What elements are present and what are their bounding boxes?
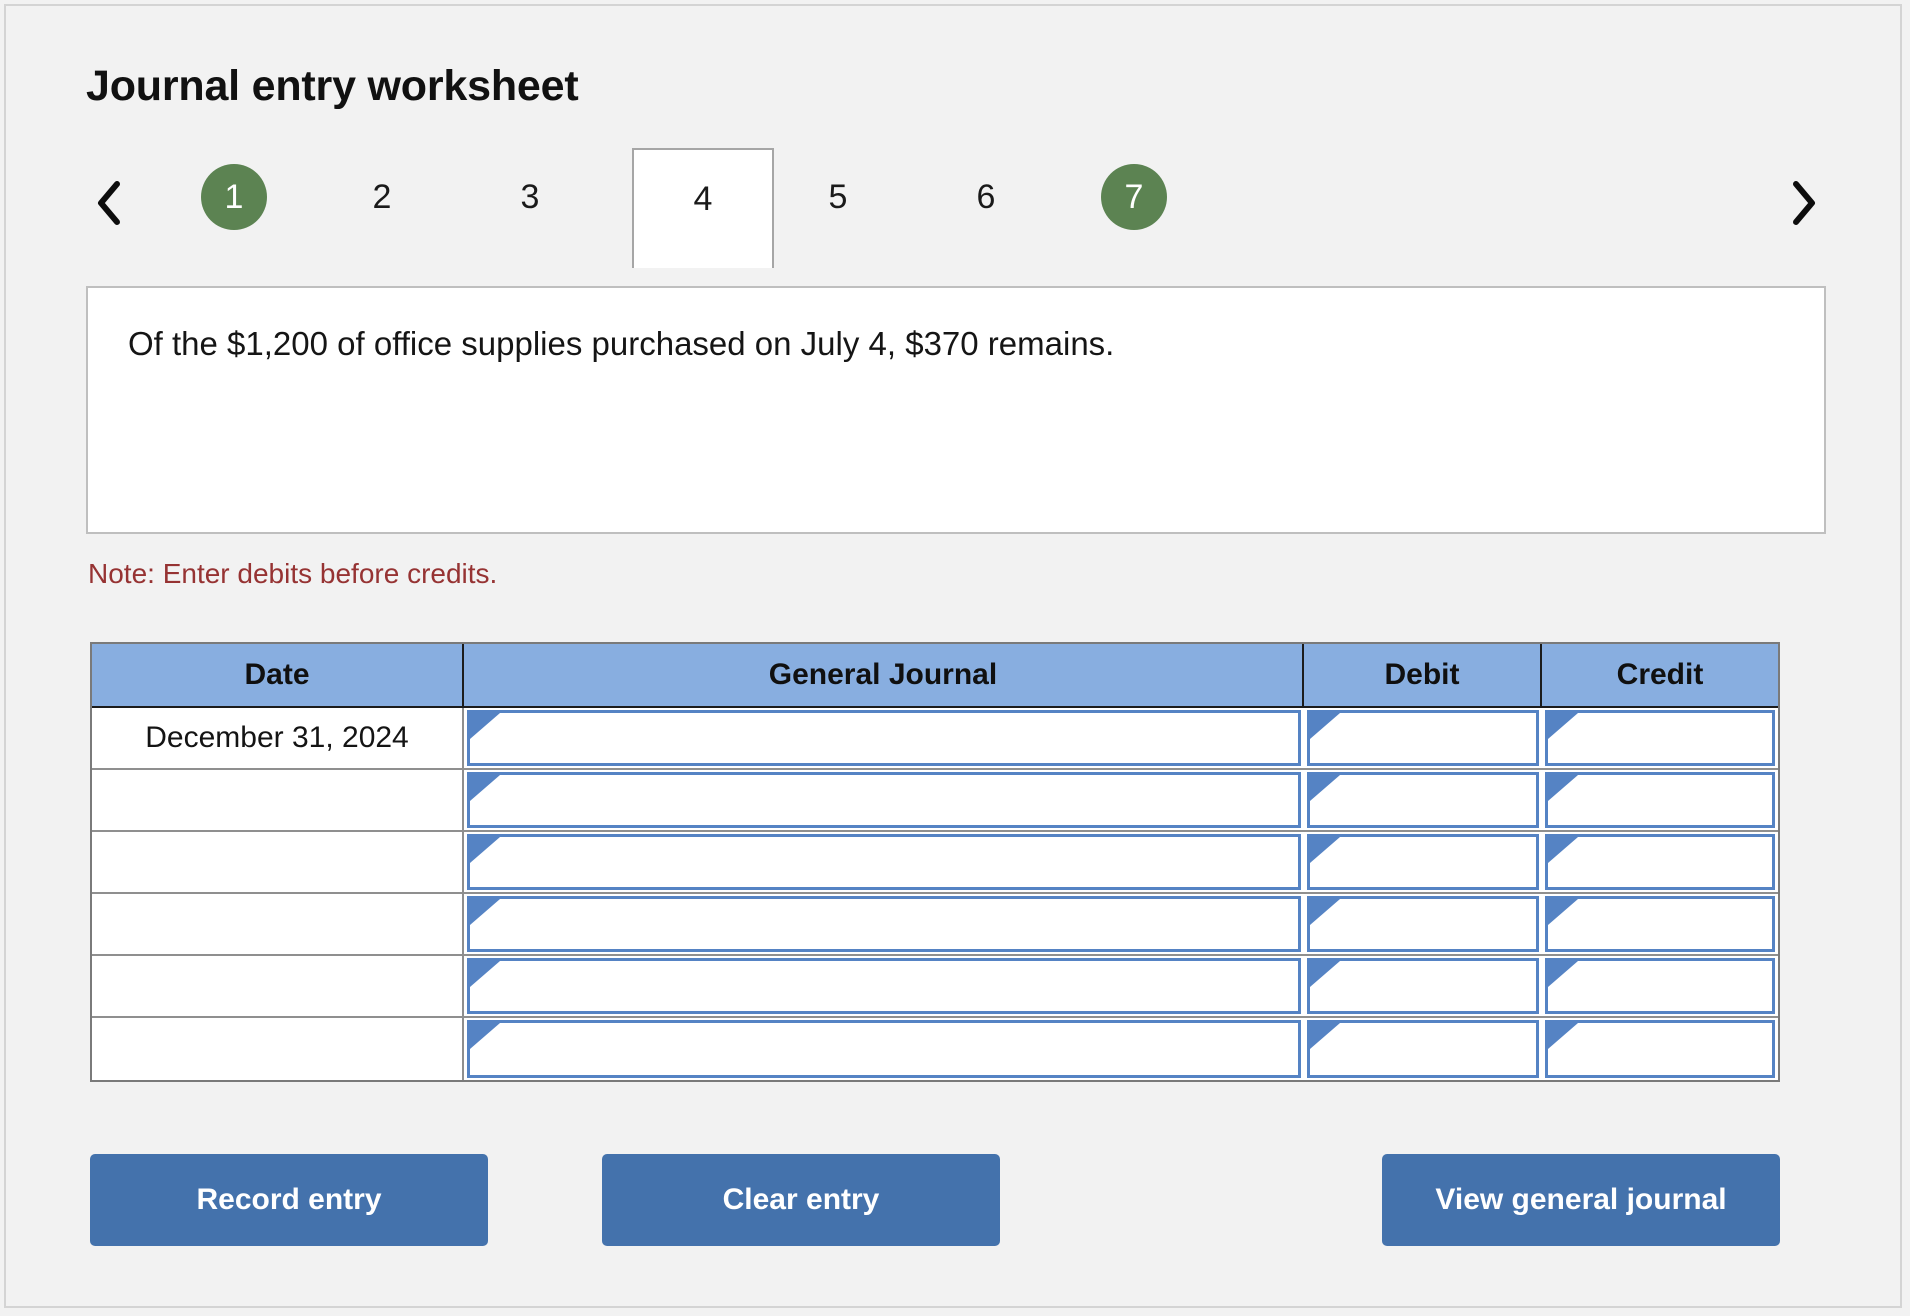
debit-cell (1304, 832, 1542, 892)
dropdown-triangle-icon (1548, 837, 1578, 863)
debit-cell (1304, 894, 1542, 954)
general-journal-input[interactable] (467, 772, 1301, 828)
general-journal-cell (464, 708, 1304, 768)
tab-7[interactable]: 7 (1090, 164, 1178, 230)
credit-input[interactable] (1545, 896, 1775, 952)
general-journal-cell (464, 956, 1304, 1016)
dropdown-triangle-icon (1548, 961, 1578, 987)
dropdown-triangle-icon (1548, 899, 1578, 925)
date-cell[interactable] (92, 832, 464, 892)
table-row: December 31, 2024 (92, 708, 1778, 770)
dropdown-triangle-icon (1310, 713, 1340, 739)
dropdown-triangle-icon (1310, 1023, 1340, 1049)
view-general-journal-button[interactable]: View general journal (1382, 1154, 1780, 1246)
dropdown-triangle-icon (1548, 1023, 1578, 1049)
dropdown-triangle-icon (470, 1023, 500, 1049)
column-header-general-journal: General Journal (464, 644, 1304, 706)
table-row (92, 770, 1778, 832)
general-journal-input[interactable] (467, 896, 1301, 952)
tab-3-label: 3 (520, 177, 540, 216)
general-journal-input[interactable] (467, 834, 1301, 890)
next-tab-arrow-icon[interactable] (1780, 172, 1826, 234)
credit-cell (1542, 894, 1778, 954)
debit-input[interactable] (1307, 958, 1539, 1014)
tab-4-label: 4 (693, 180, 713, 218)
tab-6-label: 6 (976, 177, 996, 216)
question-text: Of the $1,200 of office supplies purchas… (128, 325, 1115, 362)
table-row (92, 832, 1778, 894)
credit-cell (1542, 832, 1778, 892)
journal-entry-table: Date General Journal Debit Credit Decemb… (90, 642, 1780, 1082)
page-title: Journal entry worksheet (86, 62, 579, 110)
credit-input[interactable] (1545, 710, 1775, 766)
debit-cell (1304, 956, 1542, 1016)
dropdown-triangle-icon (470, 837, 500, 863)
dropdown-triangle-icon (1310, 837, 1340, 863)
column-header-debit: Debit (1304, 644, 1542, 706)
tab-4[interactable]: 4 (632, 148, 774, 268)
dropdown-triangle-icon (470, 775, 500, 801)
table-row (92, 956, 1778, 1018)
tab-2[interactable]: 2 (338, 166, 426, 228)
action-button-bar: Record entry Clear entry View general jo… (90, 1154, 1780, 1246)
record-entry-button[interactable]: Record entry (90, 1154, 488, 1246)
table-header-row: Date General Journal Debit Credit (92, 644, 1778, 708)
table-row (92, 1018, 1778, 1080)
tab-6[interactable]: 6 (942, 166, 1030, 228)
dropdown-triangle-icon (1548, 775, 1578, 801)
dropdown-triangle-icon (470, 713, 500, 739)
credit-input[interactable] (1545, 958, 1775, 1014)
debit-cell (1304, 708, 1542, 768)
general-journal-input[interactable] (467, 958, 1301, 1014)
debit-input[interactable] (1307, 896, 1539, 952)
dropdown-triangle-icon (1548, 713, 1578, 739)
general-journal-cell (464, 832, 1304, 892)
question-panel: Of the $1,200 of office supplies purchas… (86, 286, 1826, 534)
date-cell[interactable]: December 31, 2024 (92, 708, 464, 768)
column-header-date: Date (92, 644, 464, 706)
credit-cell (1542, 1018, 1778, 1080)
date-cell[interactable] (92, 770, 464, 830)
tab-2-label: 2 (372, 177, 392, 216)
tab-1[interactable]: 1 (190, 164, 278, 230)
note-text: Note: Enter debits before credits. (88, 558, 498, 589)
tab-5[interactable]: 5 (794, 166, 882, 228)
credit-input[interactable] (1545, 772, 1775, 828)
dropdown-triangle-icon (1310, 961, 1340, 987)
previous-tab-arrow-icon[interactable] (86, 172, 132, 234)
tab-strip: 1 2 3 4 5 6 7 (86, 148, 1826, 288)
debit-cell (1304, 1018, 1542, 1080)
credit-cell (1542, 770, 1778, 830)
debit-input[interactable] (1307, 1020, 1539, 1078)
general-journal-input[interactable] (467, 710, 1301, 766)
table-row (92, 894, 1778, 956)
date-cell[interactable] (92, 1018, 464, 1080)
dropdown-triangle-icon (470, 961, 500, 987)
credit-cell (1542, 956, 1778, 1016)
debit-input[interactable] (1307, 834, 1539, 890)
column-header-credit: Credit (1616, 658, 1704, 691)
dropdown-triangle-icon (1310, 775, 1340, 801)
tab-3[interactable]: 3 (486, 166, 574, 228)
debit-input[interactable] (1307, 710, 1539, 766)
general-journal-cell (464, 770, 1304, 830)
general-journal-cell (464, 894, 1304, 954)
general-journal-cell (464, 1018, 1304, 1080)
debit-cell (1304, 770, 1542, 830)
credit-input[interactable] (1545, 834, 1775, 890)
general-journal-input[interactable] (467, 1020, 1301, 1078)
worksheet-panel: Journal entry worksheet 1 2 3 4 5 6 7 Of… (4, 4, 1902, 1308)
date-cell[interactable] (92, 956, 464, 1016)
credit-input[interactable] (1545, 1020, 1775, 1078)
tab-7-label: 7 (1101, 164, 1167, 230)
tab-1-label: 1 (201, 164, 267, 230)
date-cell[interactable] (92, 894, 464, 954)
dropdown-triangle-icon (1310, 899, 1340, 925)
tab-5-label: 5 (828, 177, 848, 216)
clear-entry-button[interactable]: Clear entry (602, 1154, 1000, 1246)
debit-input[interactable] (1307, 772, 1539, 828)
credit-cell (1542, 708, 1778, 768)
dropdown-triangle-icon (470, 899, 500, 925)
